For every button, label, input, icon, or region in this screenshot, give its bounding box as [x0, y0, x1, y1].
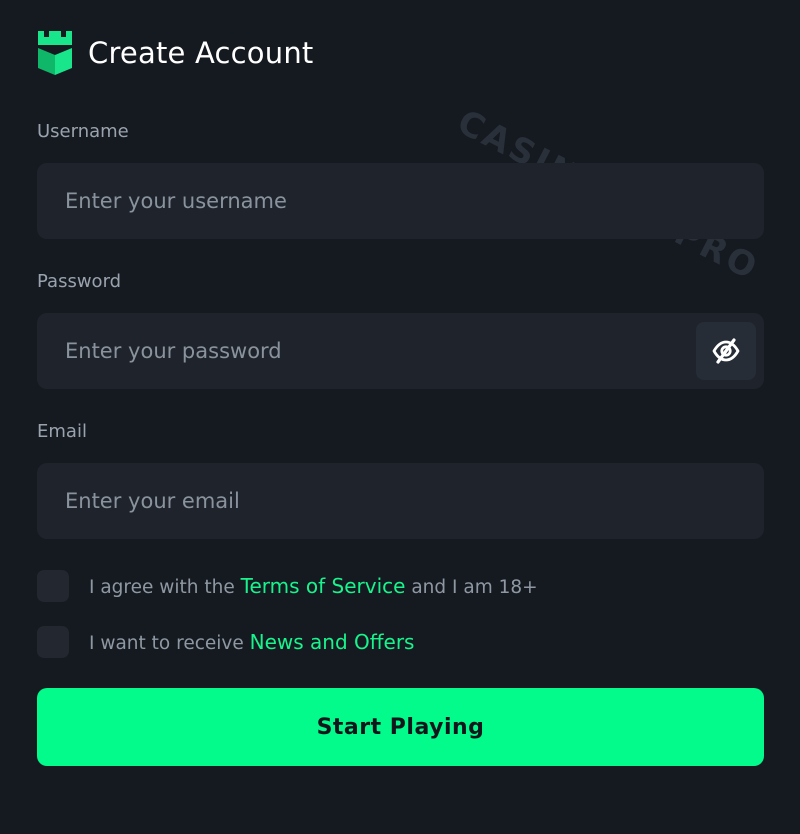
create-account-page: CASINO777PRO Create Account Username Pas… — [0, 0, 800, 834]
terms-text: I agree with the Terms of Service and I … — [89, 574, 538, 598]
castle-tower-logo-icon — [38, 31, 72, 75]
username-label: Username — [37, 121, 129, 142]
eye-slash-icon — [712, 338, 740, 364]
username-input[interactable] — [37, 163, 764, 239]
email-label: Email — [37, 421, 87, 442]
header: Create Account — [36, 30, 313, 76]
news-row: I want to receive News and Offers — [37, 626, 414, 658]
terms-prefix: I agree with the — [89, 577, 241, 598]
password-input[interactable] — [37, 313, 764, 389]
news-prefix: I want to receive — [89, 633, 250, 654]
news-checkbox[interactable] — [37, 626, 69, 658]
terms-row: I agree with the Terms of Service and I … — [37, 570, 538, 602]
start-playing-button[interactable]: Start Playing — [37, 688, 764, 766]
terms-checkbox[interactable] — [37, 570, 69, 602]
news-and-offers-link[interactable]: News and Offers — [250, 630, 415, 654]
terms-of-service-link[interactable]: Terms of Service — [241, 574, 406, 598]
email-input[interactable] — [37, 463, 764, 539]
toggle-password-visibility-button[interactable] — [696, 322, 756, 380]
page-title: Create Account — [88, 35, 314, 70]
terms-suffix: and I am 18+ — [405, 577, 538, 598]
news-text: I want to receive News and Offers — [89, 630, 414, 654]
password-label: Password — [37, 271, 122, 292]
